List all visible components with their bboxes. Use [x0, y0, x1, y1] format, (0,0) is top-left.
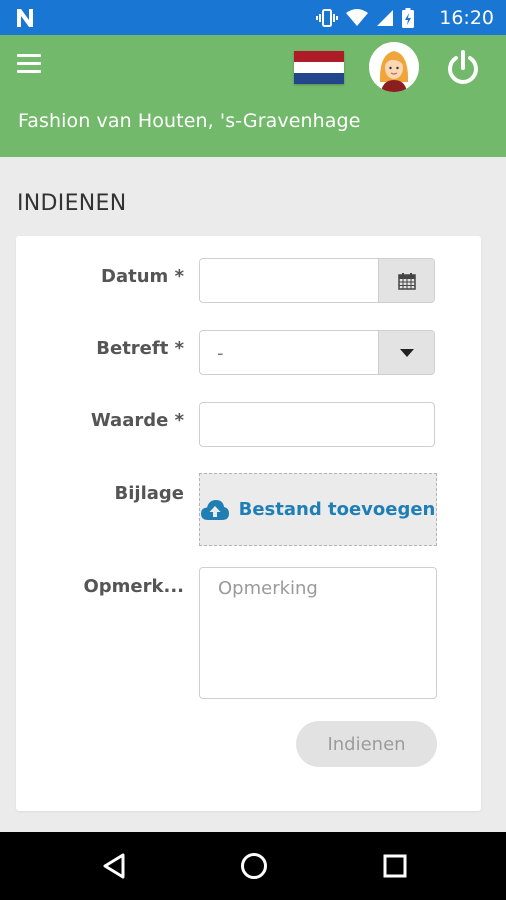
submit-button[interactable]: Indienen: [296, 721, 437, 767]
home-icon[interactable]: [240, 852, 268, 880]
cloud-upload-icon: [200, 499, 229, 520]
subject-dropdown-button[interactable]: [378, 331, 434, 374]
date-picker-button[interactable]: [378, 259, 434, 302]
status-bar: 16:20: [0, 0, 506, 35]
hamburger-menu-icon[interactable]: [17, 54, 41, 76]
avatar-illustration: [369, 42, 419, 92]
back-icon[interactable]: [102, 852, 126, 880]
app-bar: Fashion van Houten, 's-Gravenhage: [0, 35, 506, 157]
subject-selected-value: -: [217, 343, 224, 364]
clock: 16:20: [439, 7, 494, 29]
battery-charging-icon: [402, 8, 414, 28]
caret-down-icon: [399, 348, 414, 357]
flag-stripe-white: [294, 62, 344, 73]
subject-select[interactable]: -: [199, 330, 435, 375]
system-nav-bar: [0, 832, 506, 900]
flag-stripe-blue: [294, 73, 344, 84]
remark-textarea[interactable]: [199, 567, 437, 699]
notification-n-icon: [17, 9, 33, 27]
calendar-icon: [397, 272, 416, 290]
date-label: Datum *: [101, 266, 184, 287]
vibrate-icon: [316, 9, 338, 27]
flag-stripe-red: [294, 51, 344, 62]
add-file-label: Bestand toevoegen: [238, 499, 436, 520]
signal-icon: [377, 10, 393, 26]
value-input[interactable]: [199, 402, 435, 447]
recents-icon[interactable]: [382, 852, 408, 880]
power-icon[interactable]: [444, 49, 482, 87]
wifi-icon: [346, 9, 368, 26]
language-flag-button[interactable]: [294, 51, 344, 84]
subject-label: Betreft *: [96, 338, 184, 359]
date-field[interactable]: [199, 258, 435, 303]
user-avatar[interactable]: [369, 42, 419, 92]
remark-label: Opmerk...: [83, 576, 184, 597]
value-label: Waarde *: [90, 410, 184, 431]
page-title: INDIENEN: [17, 191, 127, 216]
add-file-button[interactable]: Bestand toevoegen: [199, 473, 437, 546]
attachment-label: Bijlage: [114, 483, 184, 504]
location-name: Fashion van Houten, 's-Gravenhage: [18, 110, 361, 132]
